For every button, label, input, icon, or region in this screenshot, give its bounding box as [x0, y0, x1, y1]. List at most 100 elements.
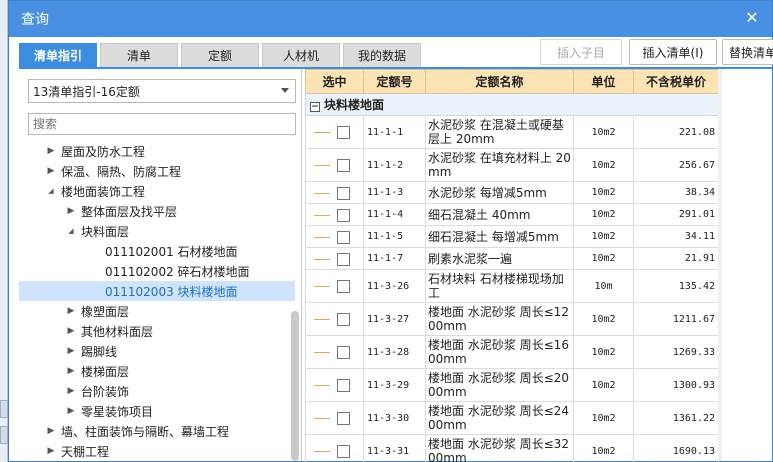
table-row[interactable]: 11-1-5 细石混凝土 每增减5mm 10m2 34.11 — [305, 225, 719, 248]
group-label: 块料楼地面 — [324, 98, 385, 112]
tree-item[interactable]: 011102002 碎石材楼地面 — [19, 261, 295, 281]
row-checkbox[interactable] — [337, 252, 350, 266]
caret-down-icon[interactable]: ◢ — [45, 187, 57, 195]
table-row[interactable]: 11-1-7 刷素水泥浆一遍 10m2 21.91 — [305, 247, 719, 270]
row-checkbox[interactable] — [337, 445, 350, 458]
caret-right-icon[interactable]: ▶ — [65, 346, 77, 356]
tree-item[interactable]: ▶ 零星装饰项目 — [19, 401, 295, 421]
tree-item[interactable]: ▶ 天棚工程 — [19, 441, 295, 461]
tab-quota[interactable]: 定额 — [181, 43, 259, 67]
row-checkbox[interactable] — [337, 379, 350, 392]
price-cell: 38.34 — [633, 181, 719, 204]
caret-right-icon[interactable]: ▶ — [65, 386, 77, 396]
tree-item[interactable]: ▶ 整体面层及找平层 — [19, 201, 295, 221]
tree-item-label: 保温、隔热、防腐工程 — [61, 164, 182, 179]
table-row[interactable]: 11-3-30 楼地面 水泥砂浆 周长≤2400mm 10m2 1361.22 — [305, 401, 719, 435]
tab-list[interactable]: 清单 — [100, 43, 178, 67]
tree-item[interactable]: ▶ 台阶装饰 — [19, 381, 295, 401]
tree-item[interactable]: ▶ 楼梯面层 — [19, 361, 295, 381]
caret-right-icon[interactable]: ▶ — [65, 206, 77, 216]
row-checkbox[interactable] — [337, 126, 350, 139]
caret-right-icon[interactable]: ▶ — [45, 146, 57, 156]
row-checkbox[interactable] — [337, 230, 350, 244]
insert-list-button[interactable]: 插入清单(I) — [629, 39, 717, 65]
name-cell: 楼地面 水泥砂浆 周长≤1600mm — [425, 335, 574, 369]
tab-my-data[interactable]: 我的数据 — [343, 43, 421, 67]
row-checkbox[interactable] — [337, 159, 350, 172]
unit-cell: 10m — [573, 269, 634, 303]
row-checkbox[interactable] — [337, 186, 350, 200]
tree-item[interactable]: ◢ 楼地面装饰工程 — [19, 181, 295, 201]
caret-right-icon[interactable]: ▶ — [45, 166, 57, 176]
select-cell — [305, 401, 364, 435]
tree-item[interactable]: 011102001 石材楼地面 — [19, 241, 295, 261]
scrollbar-thumb[interactable] — [291, 311, 299, 461]
row-checkbox[interactable] — [337, 346, 350, 359]
row-checkbox[interactable] — [337, 208, 350, 222]
tree-item[interactable]: ▶ 其他材料面层 — [19, 321, 295, 341]
table-row[interactable]: 11-3-28 楼地面 水泥砂浆 周长≤1600mm 10m2 1269.33 — [305, 335, 719, 369]
tree-item[interactable]: ▶ 墙、柱面装饰与隔断、幕墙工程 — [19, 421, 295, 441]
table-row[interactable]: 11-3-27 楼地面 水泥砂浆 周长≤1200mm 10m2 1211.67 — [305, 302, 719, 336]
tab-labor-material-machine[interactable]: 人材机 — [262, 43, 340, 67]
select-cell — [305, 302, 364, 336]
select-cell — [305, 434, 364, 462]
tree-item-label: 零星装饰项目 — [81, 404, 154, 419]
table-header-row: 选中 定额号 定额名称 单位 不含税单价 — [305, 69, 719, 94]
row-checkbox[interactable] — [337, 313, 350, 326]
code-cell: 11-3-26 — [363, 269, 426, 303]
caret-right-icon[interactable]: ▶ — [65, 366, 77, 376]
code-cell: 11-3-28 — [363, 335, 426, 369]
header-select[interactable]: 选中 — [305, 69, 364, 94]
replace-list-button[interactable]: 替换清单 — [722, 39, 773, 65]
table-row[interactable]: 11-1-2 水泥砂浆 在填充材料上 20mm 10m2 256.67 — [305, 148, 719, 182]
tree-item[interactable]: ◢ 块料面层 — [19, 221, 295, 241]
select-cell — [305, 225, 364, 248]
name-cell: 细石混凝土 每增减5mm — [425, 225, 574, 248]
tree-item-label: 橡塑面层 — [81, 304, 130, 319]
group-row[interactable]: − 块料楼地面 — [305, 93, 719, 116]
search-input[interactable] — [28, 113, 296, 135]
table-row[interactable]: 11-3-31 楼地面 水泥砂浆 周长≤3200mm 10m2 1690.13 — [305, 434, 719, 462]
tree-item[interactable]: 011102003 块料楼地面 — [19, 281, 295, 301]
tree-item-label: 整体面层及找平层 — [81, 204, 178, 219]
caret-down-icon[interactable]: ◢ — [65, 227, 77, 235]
close-icon[interactable]: ✕ — [744, 10, 760, 26]
row-checkbox[interactable] — [337, 280, 350, 293]
guide-library-select[interactable]: 13清单指引-16定额 — [28, 79, 296, 103]
table-row[interactable]: 11-1-3 水泥砂浆 每增减5mm 10m2 38.34 — [305, 181, 719, 204]
tab-list-guide[interactable]: 清单指引 — [19, 43, 97, 67]
price-cell: 1361.22 — [633, 401, 719, 435]
table-scrollbar[interactable] — [718, 69, 722, 461]
code-cell: 11-3-31 — [363, 434, 426, 462]
header-unit[interactable]: 单位 — [573, 69, 634, 94]
chevron-down-icon[interactable] — [281, 88, 289, 93]
price-cell: 1300.93 — [633, 368, 719, 402]
unit-cell: 10m2 — [573, 225, 634, 248]
header-code[interactable]: 定额号 — [363, 69, 426, 94]
caret-right-icon[interactable]: ▶ — [65, 406, 77, 416]
tree-line — [314, 418, 330, 419]
row-checkbox[interactable] — [337, 412, 350, 425]
caret-right-icon[interactable]: ▶ — [45, 446, 57, 456]
tree-item[interactable]: ▶ 屋面及防水工程 — [19, 141, 295, 161]
insert-child-button[interactable]: 插入子目 — [540, 39, 622, 65]
tree-item-label: 天棚工程 — [61, 444, 110, 459]
tree-item[interactable]: ▶ 踢脚线 — [19, 341, 295, 361]
price-cell: 291.01 — [633, 203, 719, 226]
dialog-titlebar: 查询 ✕ — [9, 1, 772, 37]
header-name[interactable]: 定额名称 — [425, 69, 574, 94]
tree-item[interactable]: ▶ 保温、隔热、防腐工程 — [19, 161, 295, 181]
table-row[interactable]: 11-3-29 楼地面 水泥砂浆 周长≤2000mm 10m2 1300.93 — [305, 368, 719, 402]
table-row[interactable]: 11-1-1 水泥砂浆 在混凝土或硬基层上 20mm 10m2 221.08 — [305, 115, 719, 149]
table-row[interactable]: 11-1-4 细石混凝土 40mm 10m2 291.01 — [305, 203, 719, 226]
tree-item[interactable]: ▶ 橡塑面层 — [19, 301, 295, 321]
dialog-title: 查询 — [21, 12, 49, 28]
caret-right-icon[interactable]: ▶ — [65, 306, 77, 316]
collapse-icon[interactable]: − — [310, 102, 320, 112]
table-row[interactable]: 11-3-26 石材块料 石材楼梯现场加工 10m 135.42 — [305, 269, 719, 303]
tree-scrollbar[interactable] — [291, 141, 299, 461]
caret-right-icon[interactable]: ▶ — [45, 426, 57, 436]
header-price[interactable]: 不含税单价 — [633, 69, 719, 94]
caret-right-icon[interactable]: ▶ — [65, 326, 77, 336]
